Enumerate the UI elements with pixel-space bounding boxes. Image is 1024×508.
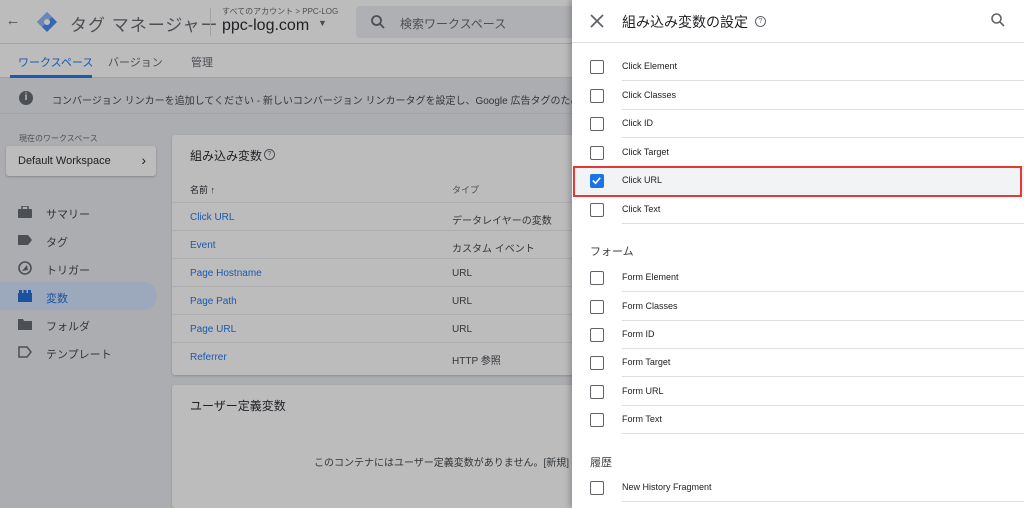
option-label: Form Text bbox=[622, 414, 662, 424]
checkbox[interactable] bbox=[590, 117, 604, 131]
variable-option-click-id[interactable]: Click ID bbox=[572, 110, 1024, 138]
checkbox[interactable] bbox=[590, 146, 604, 160]
highlight-annotation bbox=[573, 166, 1022, 197]
builtin-variables-panel: 組み込み変数の設定 ? Click Element Click Classes … bbox=[572, 0, 1024, 508]
option-label: Form URL bbox=[622, 386, 664, 396]
variable-option-form-target[interactable]: Form Target bbox=[572, 349, 1024, 377]
variable-option-click-target[interactable]: Click Target bbox=[572, 139, 1024, 167]
divider bbox=[622, 80, 1024, 81]
panel-title: 組み込み変数の設定 bbox=[622, 14, 748, 30]
option-label: Form Classes bbox=[622, 301, 678, 311]
option-label: Click Target bbox=[622, 147, 669, 157]
checkbox[interactable] bbox=[590, 203, 604, 217]
variable-option-form-id[interactable]: Form ID bbox=[572, 321, 1024, 349]
checkbox[interactable] bbox=[590, 300, 604, 314]
variable-option-form-classes[interactable]: Form Classes bbox=[572, 293, 1024, 321]
option-label: Click Text bbox=[622, 204, 661, 214]
divider bbox=[622, 223, 1024, 224]
variable-option-form-url[interactable]: Form URL bbox=[572, 378, 1024, 406]
option-label: Click ID bbox=[622, 118, 653, 128]
option-label: Form Target bbox=[622, 357, 671, 367]
variable-option-new-history-fragment[interactable]: New History Fragment bbox=[572, 474, 1024, 502]
variable-option-click-text[interactable]: Click Text bbox=[572, 196, 1024, 224]
checkbox[interactable] bbox=[590, 413, 604, 427]
variable-option-form-text[interactable]: Form Text bbox=[572, 406, 1024, 434]
section-heading-history: 履歴 bbox=[590, 457, 612, 469]
divider bbox=[622, 291, 1024, 292]
checkbox[interactable] bbox=[590, 356, 604, 370]
checkbox[interactable] bbox=[590, 89, 604, 103]
divider bbox=[622, 433, 1024, 434]
checkbox[interactable] bbox=[590, 385, 604, 399]
option-label: New History Fragment bbox=[622, 482, 712, 492]
option-label: Form Element bbox=[622, 272, 679, 282]
divider bbox=[622, 376, 1024, 377]
variable-option-click-classes[interactable]: Click Classes bbox=[572, 82, 1024, 110]
checkbox[interactable] bbox=[590, 271, 604, 285]
close-icon[interactable] bbox=[587, 11, 607, 31]
search-icon[interactable] bbox=[990, 12, 1006, 28]
section-heading-forms: フォーム bbox=[590, 246, 634, 258]
variable-option-form-element[interactable]: Form Element bbox=[572, 264, 1024, 292]
divider bbox=[622, 137, 1024, 138]
option-label: Click Classes bbox=[622, 90, 677, 100]
checkbox[interactable] bbox=[590, 328, 604, 342]
variable-option-click-element[interactable]: Click Element bbox=[572, 53, 1024, 81]
checkbox[interactable] bbox=[590, 481, 604, 495]
divider bbox=[622, 501, 1024, 502]
panel-header: 組み込み変数の設定 ? bbox=[572, 0, 1024, 43]
checkbox[interactable] bbox=[590, 60, 604, 74]
option-label: Form ID bbox=[622, 329, 655, 339]
option-label: Click Element bbox=[622, 61, 678, 71]
help-icon[interactable]: ? bbox=[755, 16, 766, 27]
